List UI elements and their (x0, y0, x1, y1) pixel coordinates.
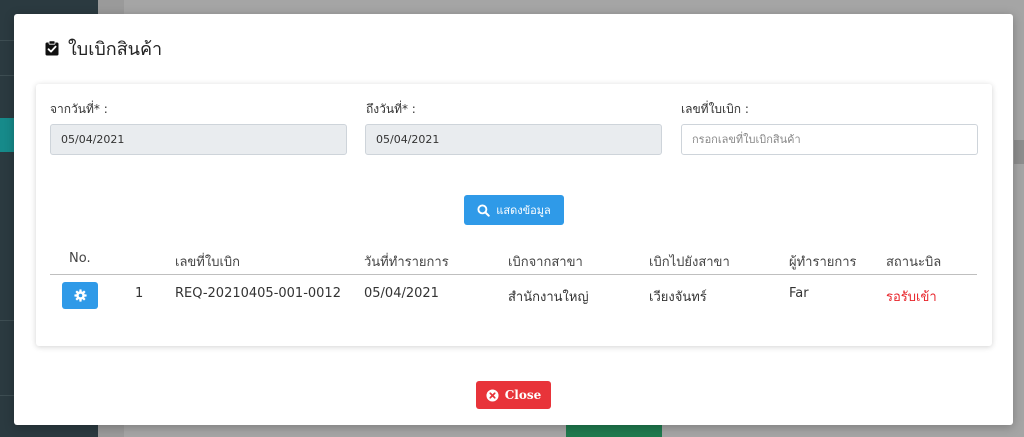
row-settings-button[interactable] (62, 282, 98, 309)
requisition-modal: ใบเบิกสินค้า จากวันที่* : ถึงวันที่* : เ… (14, 14, 1013, 425)
row-no: 1 (135, 286, 144, 301)
col-header-no: No. (69, 251, 91, 266)
req-no-label: เลขที่ใบเบิก : (681, 102, 749, 116)
show-data-label: แสดงข้อมูล (496, 204, 551, 217)
col-header-date: วันที่ทำรายการ (364, 255, 449, 270)
col-header-req-no: เลขที่ใบเบิก (175, 255, 241, 270)
req-no-input[interactable] (681, 124, 978, 155)
to-date-field[interactable] (365, 124, 662, 155)
col-header-to-branch: เบิกไปยังสาขา (649, 255, 730, 270)
gear-icon (73, 289, 87, 302)
to-date-label: ถึงวันที่* : (366, 102, 416, 116)
col-header-status: สถานะบิล (886, 255, 942, 270)
table-header-divider (50, 274, 977, 275)
background-panel-edge (1014, 140, 1024, 164)
modal-title: ใบเบิกสินค้า (68, 38, 163, 60)
modal-header: ใบเบิกสินค้า (44, 37, 162, 60)
col-header-from-branch: เบิกจากสาขา (508, 255, 583, 270)
from-date-label: จากวันที่* : (50, 102, 108, 116)
filter-card: จากวันที่* : ถึงวันที่* : เลขที่ใบเบิก :… (36, 84, 992, 346)
clipboard-check-icon (45, 40, 59, 56)
col-header-user: ผู้ทำรายการ (789, 255, 857, 270)
background-button (566, 424, 662, 437)
row-from-branch: สำนักงานใหญ่ (508, 290, 589, 305)
status-badge: รอรับเข้า (886, 290, 937, 305)
show-data-button[interactable]: แสดงข้อมูล (464, 195, 564, 225)
row-req-no: REQ-20210405-001-0012 (175, 286, 341, 301)
x-circle-icon (486, 388, 499, 402)
from-date-field[interactable] (50, 124, 347, 155)
search-icon (477, 203, 491, 217)
close-button[interactable]: Close (476, 381, 551, 409)
row-user: Far (789, 286, 809, 301)
row-date: 05/04/2021 (364, 286, 439, 301)
row-to-branch: เวียงจันทร์ (649, 290, 707, 305)
close-label: Close (504, 388, 542, 402)
